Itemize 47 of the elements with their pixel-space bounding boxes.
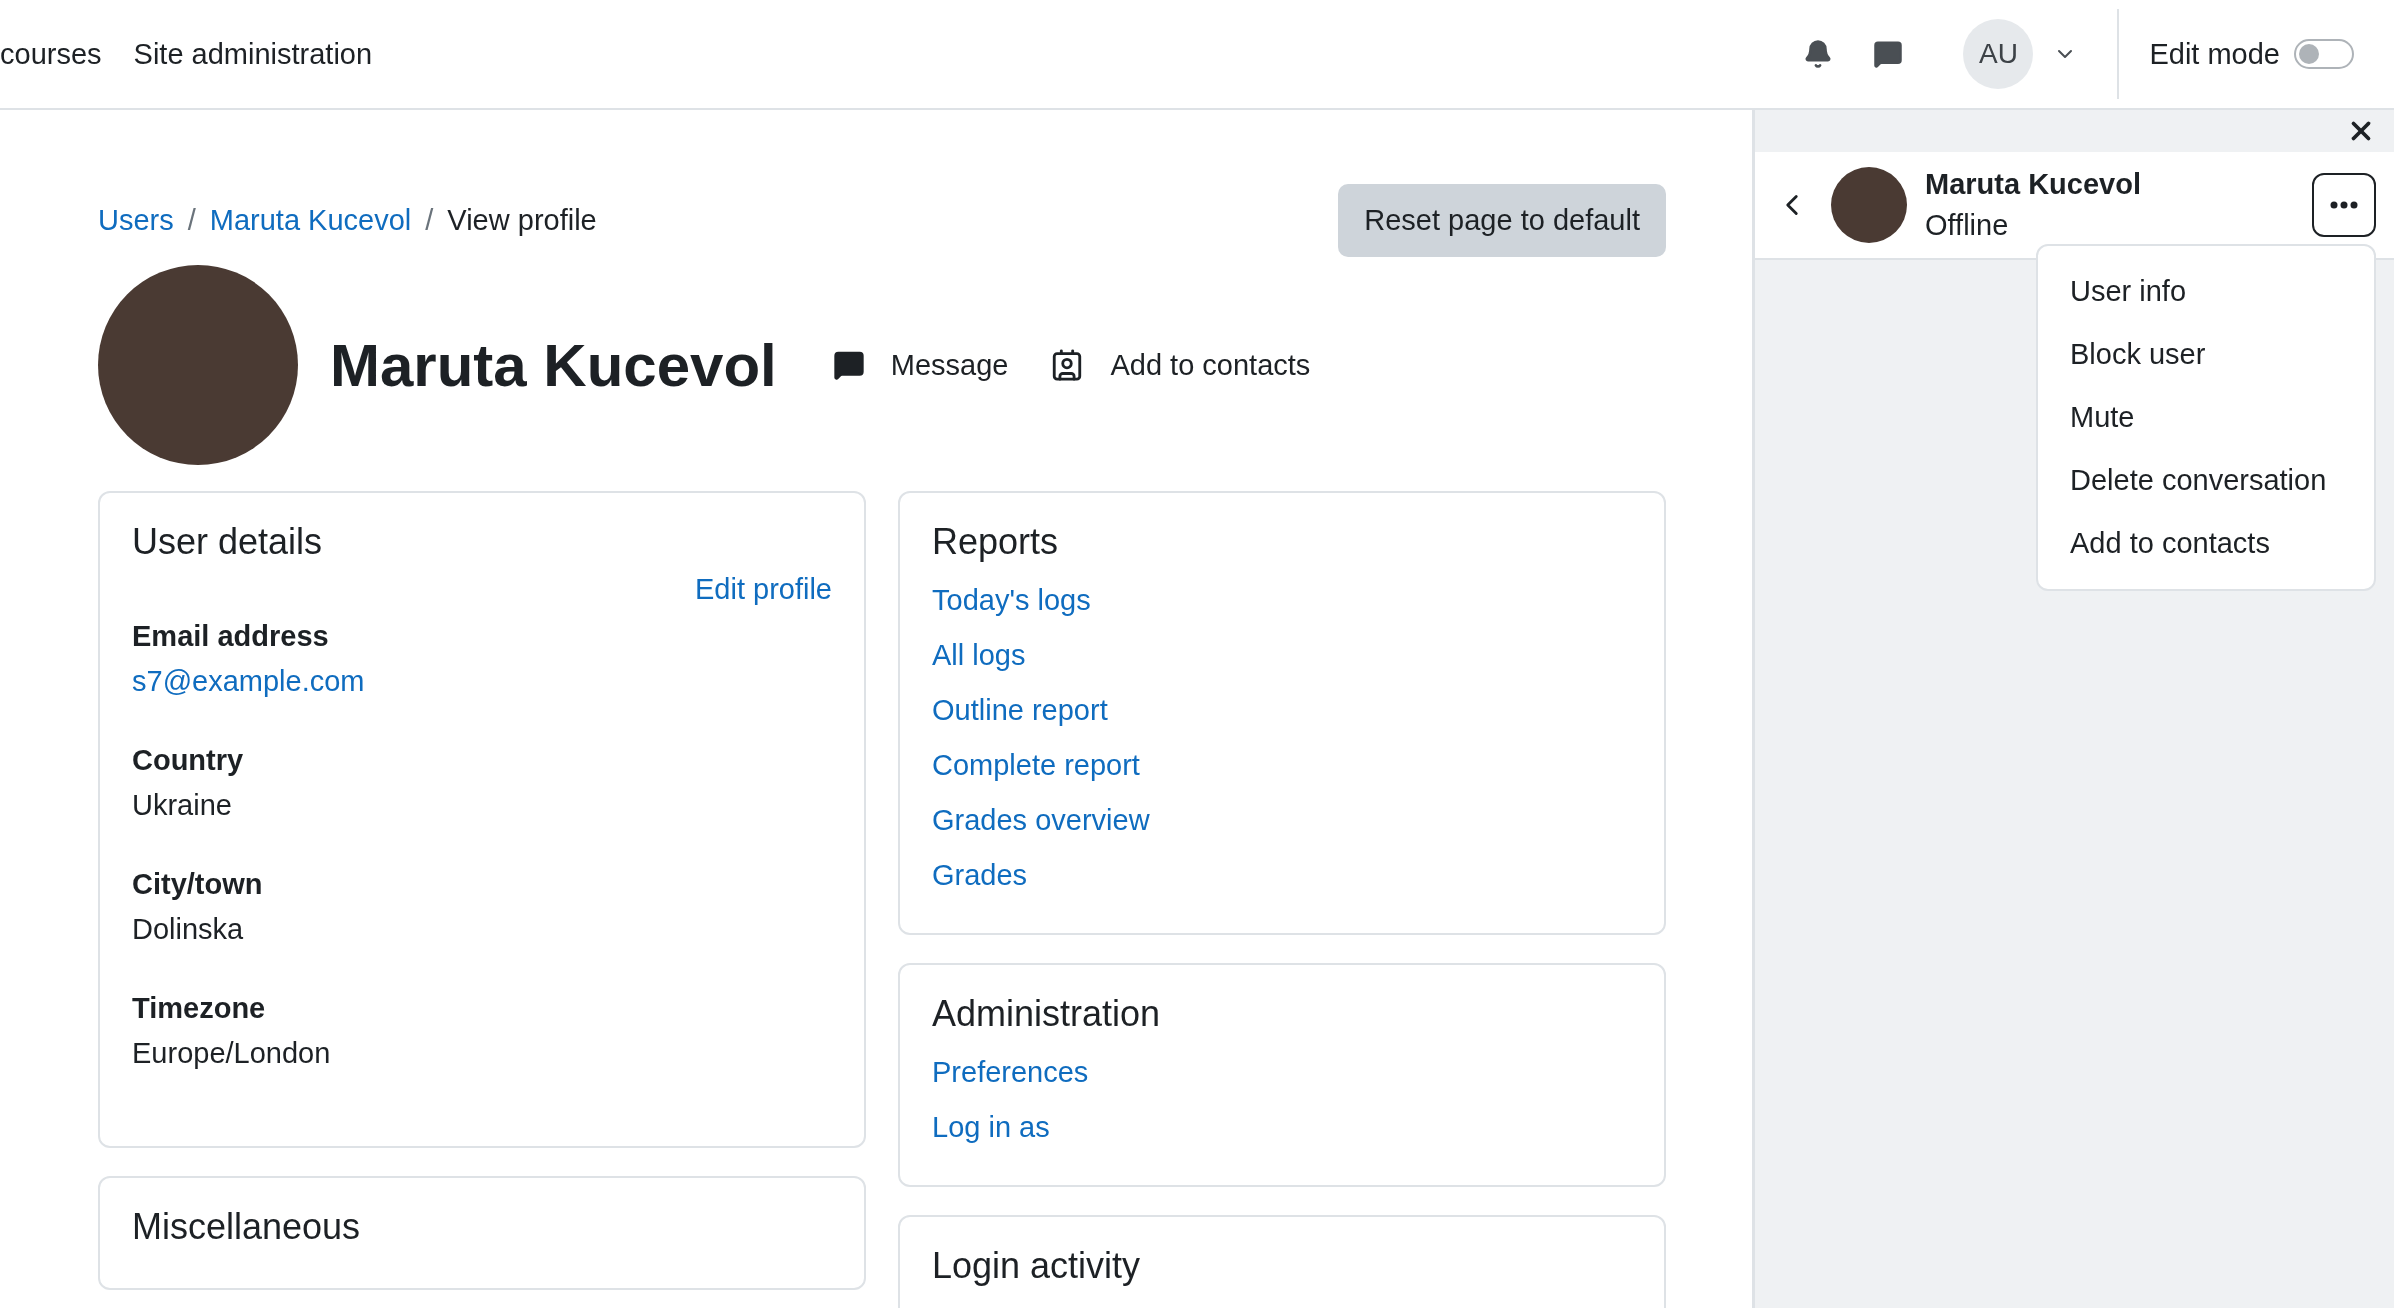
reset-page-button[interactable]: Reset page to default: [1338, 184, 1666, 257]
report-link[interactable]: Log in as: [932, 1100, 1632, 1155]
message-button[interactable]: Message: [826, 347, 1015, 383]
report-link[interactable]: Today's logs: [932, 573, 1632, 628]
report-link[interactable]: Outline report: [932, 683, 1632, 738]
breadcrumb-link[interactable]: Maruta Kucevol: [209, 204, 412, 237]
menu-item[interactable]: Delete conversation: [2038, 449, 2374, 512]
profile-name: Maruta Kucevol: [330, 330, 777, 400]
ellipsis-icon: [2330, 201, 2358, 209]
report-link[interactable]: Grades: [932, 848, 1632, 903]
card-title: Administration: [932, 993, 1162, 1035]
report-link[interactable]: Complete report: [932, 738, 1632, 793]
speech-bubble-icon: [832, 349, 865, 381]
report-link[interactable]: All logs: [932, 628, 1632, 683]
edit-profile-link[interactable]: Edit profile: [132, 573, 832, 606]
edit-mode-toggle[interactable]: [2294, 39, 2354, 69]
menu-item[interactable]: User info: [2038, 260, 2374, 323]
card-title: Reports: [932, 521, 1060, 563]
more-options-button[interactable]: [2312, 173, 2376, 237]
field-value: Ukraine: [132, 789, 233, 822]
contact-name: Maruta Kucevol: [1925, 168, 2141, 201]
menu-item[interactable]: Add to contacts: [2038, 512, 2374, 575]
card-title: User details: [132, 521, 324, 563]
nav-link[interactable]: Site administration: [133, 37, 373, 71]
card-title: Login activity: [932, 1245, 1142, 1287]
card-title: Miscellaneous: [132, 1206, 362, 1248]
breadcrumb-separator: /: [425, 204, 434, 237]
edit-mode-label: Edit mode: [2149, 37, 2280, 71]
report-link[interactable]: Preferences: [932, 1045, 1632, 1100]
field-link[interactable]: s7@example.com: [132, 665, 832, 698]
menu-item[interactable]: Mute: [2038, 386, 2374, 449]
chat-icon[interactable]: [1873, 39, 1904, 69]
field-label: City/town: [132, 868, 264, 901]
field-label: Timezone: [132, 992, 267, 1025]
report-link[interactable]: Grades overview: [932, 793, 1632, 848]
field-value: Dolinska: [132, 913, 245, 946]
field-value: Europe/London: [132, 1037, 332, 1070]
add-contact-button[interactable]: Add to contacts: [1044, 347, 1317, 383]
breadcrumb-link[interactable]: Users: [98, 204, 174, 237]
nav-link[interactable]: courses: [0, 37, 102, 71]
user-avatar[interactable]: AU: [1963, 19, 2034, 89]
breadcrumb-link[interactable]: View profile: [447, 204, 597, 237]
contact-status: Offline: [1925, 209, 2010, 242]
field-label: Email address: [132, 620, 330, 653]
field-label: Country: [132, 744, 245, 777]
menu-item[interactable]: Block user: [2038, 323, 2374, 386]
breadcrumb-separator: /: [187, 204, 196, 237]
